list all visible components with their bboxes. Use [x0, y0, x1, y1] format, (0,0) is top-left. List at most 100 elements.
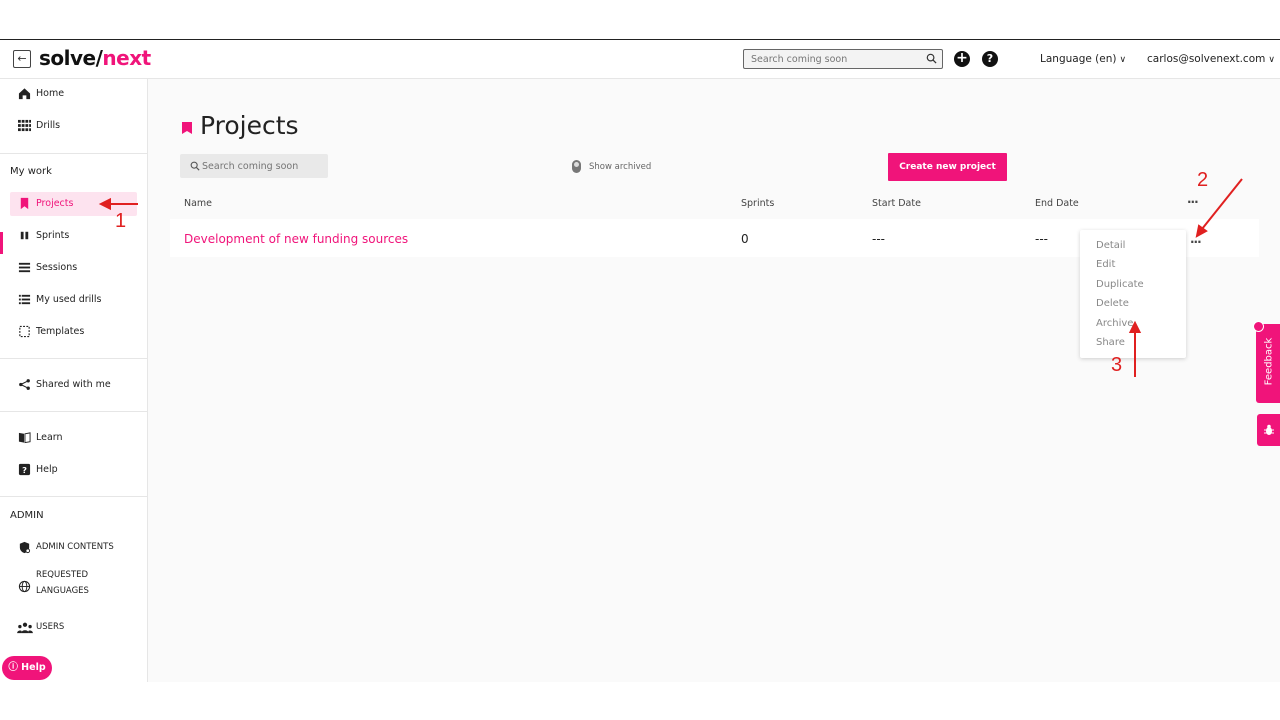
list-bullets-icon [18, 294, 31, 305]
menu-item-delete[interactable]: Delete [1096, 298, 1129, 309]
column-header-name[interactable]: Name [184, 198, 212, 209]
show-archived-label: Show archived [589, 162, 652, 172]
home-icon [18, 88, 31, 100]
divider [0, 496, 147, 497]
help-square-icon: ? [18, 463, 31, 476]
bookmark-icon [182, 122, 192, 134]
sidebar-item-label: Sessions [36, 262, 78, 273]
sidebar-item-shared[interactable]: Shared with me [10, 373, 137, 397]
column-header-start-date[interactable]: Start Date [872, 198, 921, 209]
sidebar-item-label: Drills [36, 120, 61, 131]
sidebar-item-label: Projects [36, 198, 74, 209]
end-date: --- [1035, 232, 1048, 246]
add-icon[interactable]: + [954, 51, 970, 67]
shield-icon [19, 541, 31, 554]
sprints-count: 0 [741, 232, 749, 246]
divider [0, 153, 147, 154]
menu-item-duplicate[interactable]: Duplicate [1096, 279, 1144, 290]
floating-help-button[interactable]: ⓘ Help [2, 656, 52, 680]
list-icon [18, 262, 31, 273]
annotation-number-3: 3 [1111, 354, 1123, 376]
sidebar-item-label: Learn [36, 432, 63, 443]
help-pill-label: Help [21, 662, 46, 673]
logo[interactable]: solve/next [39, 46, 151, 70]
dashed-square-icon [19, 325, 30, 338]
feedback-close-icon[interactable] [1253, 321, 1264, 332]
chevron-down-icon: ∨ [1268, 55, 1275, 65]
search-icon [926, 53, 937, 64]
main-content: Projects Show archived Create new projec… [148, 79, 1280, 682]
user-email: carlos@solvenext.com [1147, 53, 1266, 65]
pause-icon [20, 231, 29, 240]
menu-item-detail[interactable]: Detail [1096, 240, 1125, 251]
sidebar-item-label: Templates [36, 326, 85, 337]
section-my-work: My work [10, 166, 52, 177]
sidebar-item-my-used-drills[interactable]: My used drills [10, 288, 137, 312]
bug-icon [1264, 424, 1274, 435]
annotation-number-2: 2 [1197, 169, 1209, 191]
page-title: Projects [200, 111, 299, 140]
menu-item-edit[interactable]: Edit [1096, 259, 1115, 270]
sidebar-item-drills[interactable]: Drills [10, 114, 137, 138]
sidebar-item-templates[interactable]: Templates [10, 320, 137, 344]
sidebar-item-home[interactable]: Home [10, 82, 137, 106]
row-actions-menu: Detail Edit Duplicate Delete Archive Sha… [1080, 230, 1186, 358]
app-window: ← solve/next + ? Language (en)∨ carlos@s… [0, 39, 1280, 682]
sidebar-item-sessions[interactable]: Sessions [10, 256, 137, 280]
logo-text-next: next [102, 46, 151, 70]
sidebar-item-label: REQUESTED [36, 570, 89, 580]
bookmark-icon [20, 197, 29, 210]
column-header-actions: ··· [1187, 195, 1199, 209]
sidebar: Home Drills My work Projects Sprints Ses… [0, 79, 148, 682]
start-date: --- [872, 232, 885, 246]
feedback-tab[interactable]: Feedback [1256, 324, 1280, 403]
bug-report-button[interactable] [1257, 414, 1280, 446]
menu-item-archive[interactable]: Archive [1096, 318, 1133, 329]
sidebar-item-requested-languages[interactable]: REQUESTED LANGUAGES [10, 569, 137, 603]
sidebar-item-users[interactable]: USERS [10, 616, 137, 640]
projects-search[interactable] [180, 154, 328, 178]
sidebar-item-help[interactable]: ? Help [10, 458, 137, 482]
top-header: ← solve/next + ? Language (en)∨ carlos@s… [0, 40, 1280, 79]
grid-icon [18, 119, 31, 132]
logo-text-solve: solve/ [39, 46, 103, 70]
collapse-sidebar-button[interactable]: ← [13, 50, 31, 68]
sidebar-item-learn[interactable]: Learn [10, 426, 137, 450]
language-label: Language (en) [1040, 53, 1117, 65]
divider [0, 411, 147, 412]
sidebar-item-label: ADMIN CONTENTS [36, 542, 114, 552]
share-icon [19, 379, 30, 390]
user-menu[interactable]: carlos@solvenext.com ∨ [1147, 53, 1275, 65]
row-actions-button[interactable]: ··· [1190, 235, 1202, 249]
column-header-sprints[interactable]: Sprints [741, 198, 774, 209]
search-icon [190, 161, 200, 171]
project-name-link[interactable]: Development of new funding sources [184, 232, 408, 246]
sidebar-item-label: Sprints [36, 230, 70, 241]
create-project-button[interactable]: Create new project [888, 153, 1007, 181]
sidebar-item-label: Shared with me [36, 379, 111, 390]
section-admin: ADMIN [10, 510, 44, 521]
global-search[interactable] [743, 49, 943, 69]
sidebar-item-label: Home [36, 88, 65, 99]
chevron-down-icon: ∨ [1119, 55, 1127, 65]
divider [0, 358, 147, 359]
column-header-end-date[interactable]: End Date [1035, 198, 1079, 209]
active-indicator [0, 232, 3, 254]
svg-text:?: ? [22, 465, 27, 475]
users-icon [17, 622, 33, 634]
sidebar-item-label: Help [36, 464, 58, 475]
globe-icon [18, 580, 31, 593]
sidebar-item-label: USERS [36, 622, 65, 632]
feedback-label: Feedback [1263, 337, 1275, 386]
toggle-knob [574, 162, 579, 167]
annotation-number-1: 1 [115, 210, 127, 232]
menu-item-share[interactable]: Share [1096, 337, 1125, 348]
sidebar-item-admin-contents[interactable]: ADMIN CONTENTS [10, 536, 137, 560]
help-circle-icon[interactable]: ? [982, 51, 998, 67]
sidebar-item-label: My used drills [36, 294, 102, 305]
show-archived-toggle[interactable] [572, 160, 581, 173]
sidebar-item-label: LANGUAGES [36, 586, 89, 596]
language-selector[interactable]: Language (en) ∨ [1040, 53, 1126, 65]
projects-search-input[interactable] [202, 154, 326, 178]
global-search-input[interactable] [744, 50, 922, 68]
